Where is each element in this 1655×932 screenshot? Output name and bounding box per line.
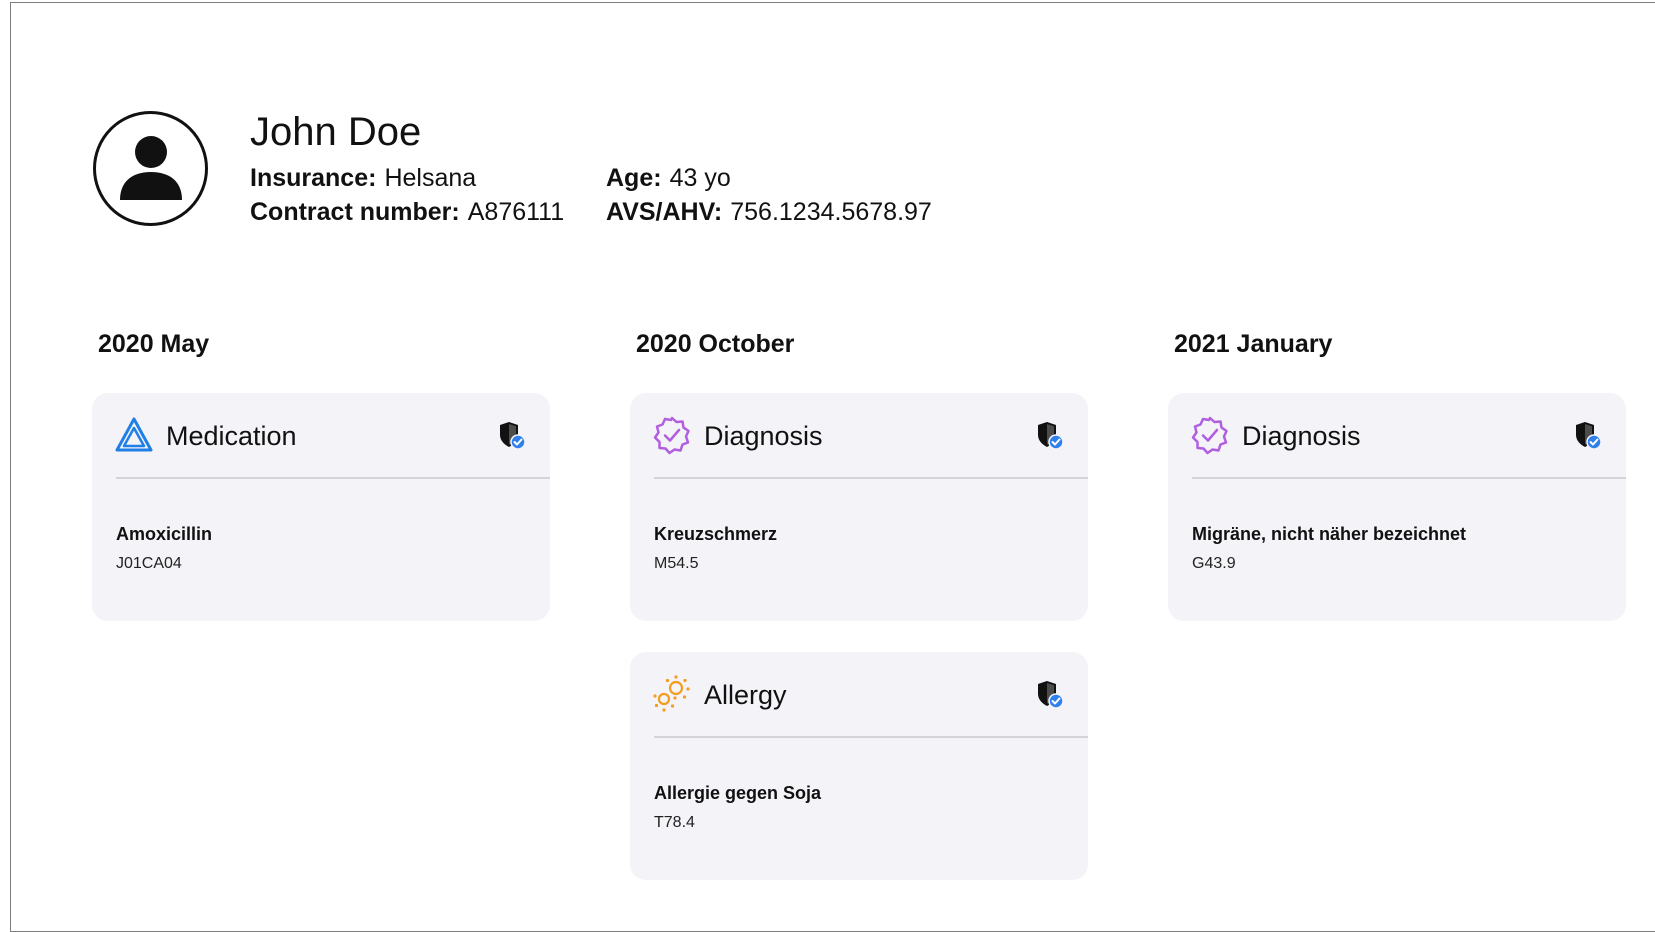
- card-type-label: Allergy: [704, 680, 787, 710]
- verified-shield-icon[interactable]: [1034, 680, 1064, 710]
- card-divider: [654, 736, 1088, 738]
- diagnosis-card[interactable]: Diagnosis Kreuzschmerz M54.5: [630, 393, 1088, 621]
- diagnosis-badge-icon: [1191, 416, 1228, 455]
- allergy-pollen-icon: [653, 675, 690, 712]
- avs-value: 756.1234.5678.97: [730, 198, 932, 226]
- item-name: Kreuzschmerz: [654, 524, 778, 544]
- age-label: Age:: [606, 164, 662, 192]
- card-type-label: Diagnosis: [704, 421, 823, 451]
- column-title-2020-may: 2020 May: [98, 330, 210, 358]
- card-divider: [1192, 477, 1626, 479]
- item-code: T78.4: [654, 814, 695, 831]
- item-name: Allergie gegen Soja: [654, 783, 822, 803]
- contract-value: A876111: [467, 198, 565, 226]
- avs-label: AVS/AHV:: [606, 198, 723, 226]
- item-code: J01CA04: [116, 555, 182, 572]
- age-info: Age: 43 yo: [606, 164, 731, 193]
- insurance-value: Helsana: [384, 164, 477, 192]
- item-name: Migräne, nicht näher bezeichnet: [1192, 524, 1467, 544]
- insurance-info: Insurance: Helsana: [250, 164, 476, 193]
- item-code: M54.5: [654, 555, 699, 572]
- avs-info: AVS/AHV: 756.1234.5678.97: [606, 198, 932, 227]
- verified-shield-icon[interactable]: [1572, 421, 1602, 451]
- medication-triangle-icon: [115, 417, 153, 452]
- medication-card[interactable]: Medication Amoxicillin J01CA04: [92, 393, 550, 621]
- diagnosis-badge-icon: [653, 416, 690, 455]
- insurance-label: Insurance:: [250, 164, 377, 192]
- verified-shield-icon[interactable]: [496, 421, 526, 451]
- column-title-2020-october: 2020 October: [636, 330, 795, 358]
- card-type-label: Medication: [166, 421, 297, 451]
- verified-shield-icon[interactable]: [1034, 421, 1064, 451]
- item-name: Amoxicillin: [116, 524, 213, 544]
- patient-name: John Doe: [250, 110, 422, 154]
- person-icon: [120, 136, 182, 200]
- item-code: G43.9: [1192, 555, 1236, 572]
- contract-label: Contract number:: [250, 198, 460, 226]
- avatar: [93, 111, 208, 226]
- card-divider: [654, 477, 1088, 479]
- card-divider: [116, 477, 550, 479]
- age-value: 43 yo: [669, 164, 731, 192]
- contract-info: Contract number: A876111: [250, 198, 564, 227]
- column-title-2021-january: 2021 January: [1174, 330, 1333, 358]
- card-type-label: Diagnosis: [1242, 421, 1361, 451]
- allergy-card[interactable]: Allergy Allergie gegen Soja T78.4: [630, 652, 1088, 880]
- diagnosis-card[interactable]: Diagnosis Migräne, nicht näher bezeichne…: [1168, 393, 1626, 621]
